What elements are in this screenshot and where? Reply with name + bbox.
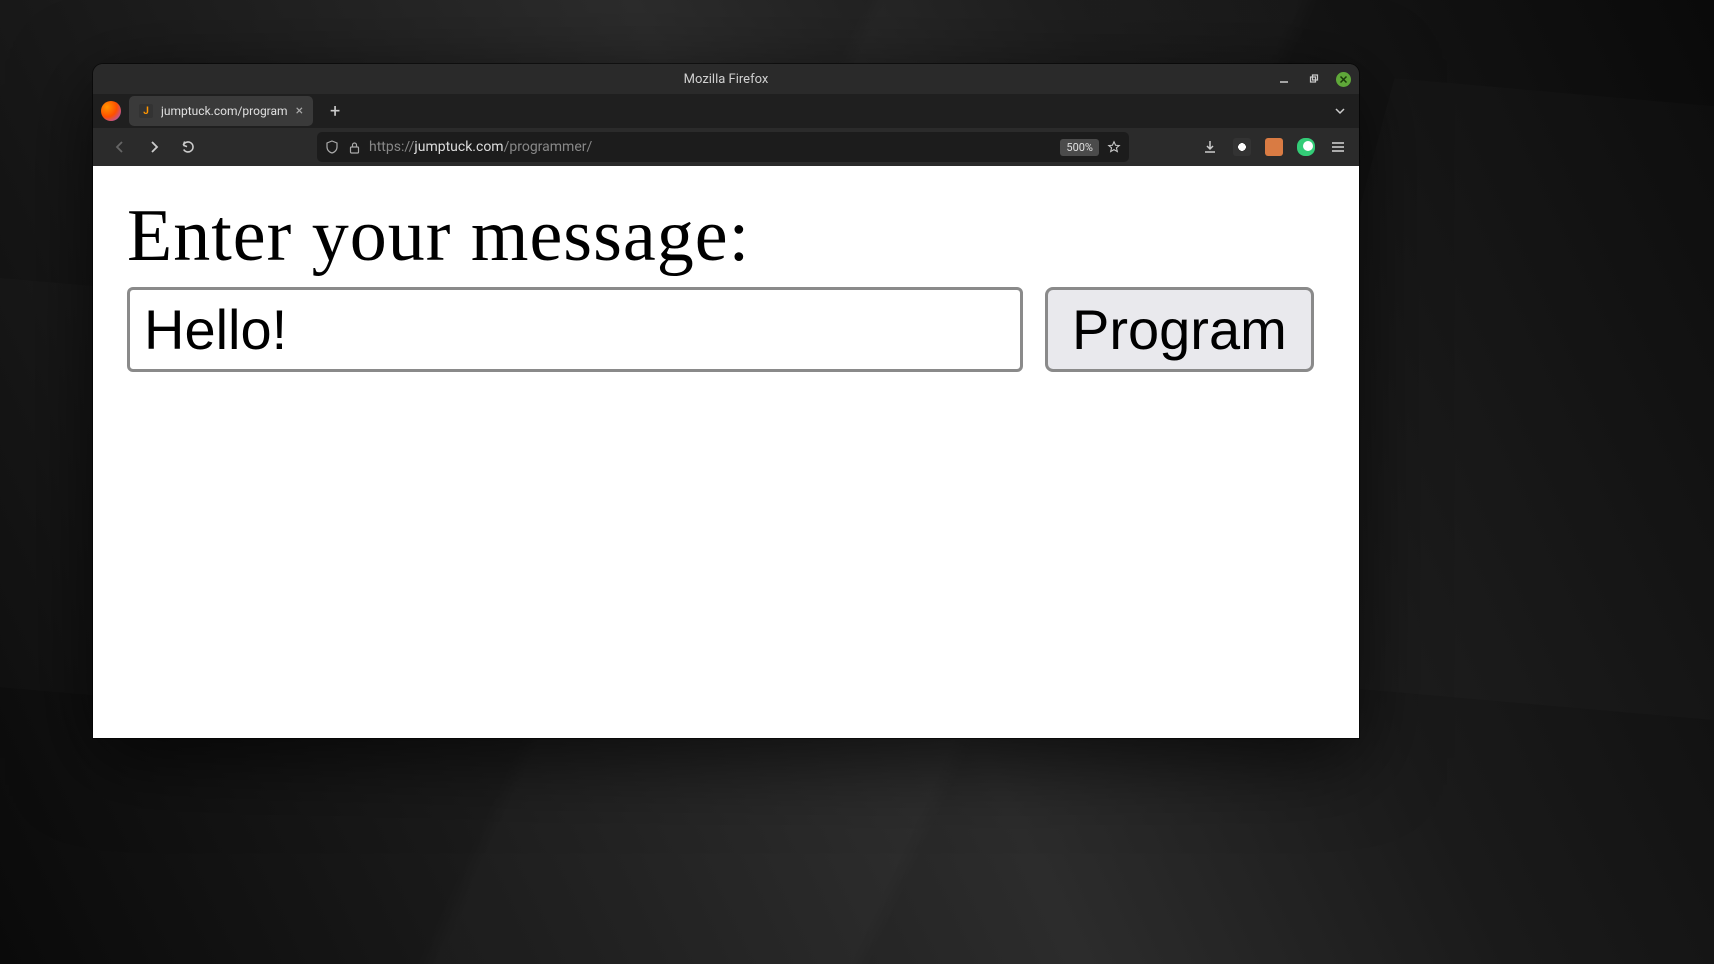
close-button[interactable] <box>1336 72 1351 87</box>
window-controls <box>1276 64 1351 94</box>
browser-window: Mozilla Firefox J jumptuck.com/program ×… <box>93 64 1359 738</box>
window-title: Mozilla Firefox <box>684 72 769 87</box>
window-titlebar: Mozilla Firefox <box>93 64 1359 94</box>
browser-tab[interactable]: J jumptuck.com/program × <box>129 96 313 126</box>
url-path: /programmer/ <box>504 139 593 155</box>
url-protocol: https:// <box>369 139 414 155</box>
address-bar[interactable]: https://jumptuck.com/programmer/ 500% <box>317 132 1129 162</box>
minimize-button[interactable] <box>1276 71 1292 87</box>
reload-button[interactable] <box>173 132 203 162</box>
tab-close-button[interactable]: × <box>296 103 303 119</box>
message-form: Program <box>127 287 1325 372</box>
zoom-level-badge[interactable]: 500% <box>1060 139 1099 156</box>
page-heading: Enter your message: <box>127 194 1325 279</box>
new-tab-button[interactable]: + <box>323 101 347 122</box>
tab-bar: J jumptuck.com/program × + <box>93 94 1359 128</box>
downloads-button[interactable] <box>1201 138 1219 156</box>
firefox-logo-icon <box>101 101 121 121</box>
tabs-dropdown-button[interactable] <box>1333 104 1347 118</box>
back-button[interactable] <box>105 132 135 162</box>
page-content: Enter your message: Program <box>93 166 1359 738</box>
navigation-toolbar: https://jumptuck.com/programmer/ 500% <box>93 128 1359 166</box>
lock-icon <box>347 140 361 154</box>
shield-icon <box>325 140 339 154</box>
extension-icon-1[interactable] <box>1233 138 1251 156</box>
url-text: https://jumptuck.com/programmer/ <box>369 139 1052 155</box>
hamburger-menu-button[interactable] <box>1329 138 1347 156</box>
bookmark-star-icon[interactable] <box>1107 140 1121 154</box>
tab-title: jumptuck.com/program <box>161 104 288 118</box>
program-button[interactable]: Program <box>1045 287 1314 372</box>
forward-button[interactable] <box>139 132 169 162</box>
maximize-button[interactable] <box>1306 71 1322 87</box>
message-input[interactable] <box>127 287 1023 372</box>
extension-toggle-icon[interactable] <box>1297 138 1315 156</box>
tab-favicon-icon: J <box>139 104 153 118</box>
extension-icon-2[interactable] <box>1265 138 1283 156</box>
toolbar-right <box>1201 138 1347 156</box>
url-host: jumptuck.com <box>414 139 503 155</box>
